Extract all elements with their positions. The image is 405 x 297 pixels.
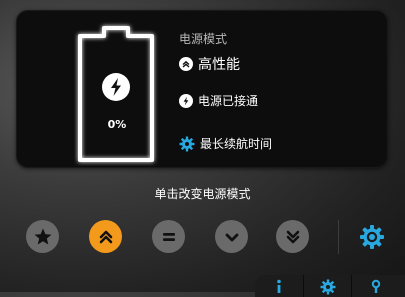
best-battery-life-label: 最长续航时间 xyxy=(200,137,273,151)
status-panel: 0% 电源模式 高性能 电源已接通 最长续航时间 xyxy=(16,10,388,168)
charging-bolt-icon xyxy=(102,73,130,101)
best-battery-life-link[interactable]: 最长续航时间 xyxy=(179,135,272,152)
account-button[interactable] xyxy=(351,275,399,297)
info-button[interactable] xyxy=(255,275,303,297)
person-icon xyxy=(371,279,380,293)
star-icon xyxy=(34,228,51,244)
double-chevron-up-icon xyxy=(179,57,193,71)
mode-button-max-saver[interactable] xyxy=(276,220,309,253)
power-info: 电源模式 高性能 电源已接通 最长续航时间 xyxy=(179,10,379,168)
power-mode-current: 高性能 xyxy=(179,54,240,74)
chevron-down-icon xyxy=(225,233,238,241)
gear-icon xyxy=(359,224,384,249)
mode-button-high-performance[interactable] xyxy=(89,220,122,253)
gear-icon xyxy=(179,136,195,152)
double-chevron-up-icon xyxy=(99,230,112,243)
connection-status: 电源已接通 xyxy=(198,94,259,108)
power-mode-title: 电源模式 xyxy=(179,32,228,46)
battery-percent: 0% xyxy=(107,118,127,131)
power-settings-button[interactable] xyxy=(355,220,388,253)
gear-icon xyxy=(320,279,335,295)
mode-button-star[interactable] xyxy=(26,220,59,253)
mode-hint: 单击改变电源模式 xyxy=(154,187,251,201)
power-connection: 电源已接通 xyxy=(179,92,258,109)
settings-button[interactable] xyxy=(303,275,351,297)
info-icon xyxy=(277,279,281,293)
equals-icon xyxy=(162,232,175,241)
bottom-toolbar xyxy=(255,275,405,297)
plug-bolt-icon xyxy=(179,93,193,108)
mode-button-power-saver[interactable] xyxy=(215,220,248,253)
battery-indicator: 0% xyxy=(74,20,160,166)
double-chevron-down-icon xyxy=(286,230,299,243)
divider xyxy=(338,220,339,254)
mode-button-balanced[interactable] xyxy=(152,220,185,253)
power-mode-value: 高性能 xyxy=(198,57,240,73)
